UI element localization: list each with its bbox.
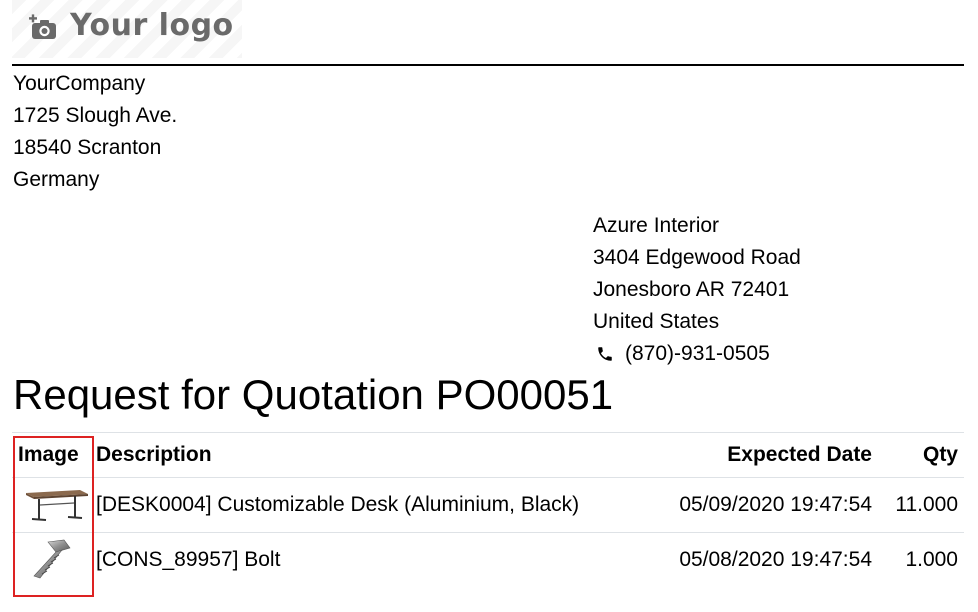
header-divider bbox=[12, 64, 964, 66]
line-expected-date: 05/09/2020 19:47:54 bbox=[666, 477, 878, 533]
table-header-row: Image Description Expected Date Qty bbox=[12, 432, 964, 478]
vendor-phone: (870)-931-0505 bbox=[625, 342, 770, 365]
order-lines-table: Image Description Expected Date Qty [DES bbox=[12, 432, 964, 587]
company-city: 18540 Scranton bbox=[13, 136, 162, 159]
logo-placeholder: Your logo bbox=[12, 0, 242, 58]
column-header-description: Description bbox=[90, 432, 666, 478]
table-row: [CONS_89957] Bolt 05/08/2020 19:47:54 1.… bbox=[12, 533, 964, 588]
logo-text: Your logo bbox=[70, 8, 234, 43]
vendor-country: United States bbox=[593, 310, 720, 333]
line-description: [CONS_89957] Bolt bbox=[96, 548, 281, 571]
company-street: 1725 Slough Ave. bbox=[13, 104, 178, 127]
column-header-expected-date: Expected Date bbox=[666, 432, 878, 478]
table-row: [DESK0004] Customizable Desk (Aluminium,… bbox=[12, 477, 964, 533]
image-column-highlight bbox=[13, 436, 94, 597]
company-name: YourCompany bbox=[13, 72, 146, 95]
line-qty: 11.000 bbox=[878, 477, 964, 533]
column-header-qty: Qty bbox=[878, 432, 964, 478]
vendor-name: Azure Interior bbox=[593, 214, 720, 237]
vendor-address: Azure Interior 3404 Edgewood Road Jonesb… bbox=[593, 210, 801, 370]
line-expected-date: 05/08/2020 19:47:54 bbox=[679, 548, 872, 571]
line-description: [DESK0004] Customizable Desk (Aluminium,… bbox=[90, 477, 666, 533]
line-qty: 1.000 bbox=[905, 548, 958, 571]
vendor-street: 3404 Edgewood Road bbox=[593, 246, 801, 269]
company-address: YourCompany 1725 Slough Ave. 18540 Scran… bbox=[13, 68, 177, 196]
document-title: Request for Quotation PO00051 bbox=[13, 371, 614, 418]
phone-icon bbox=[598, 347, 612, 361]
vendor-phone-row: (870)-931-0505 bbox=[593, 338, 801, 370]
camera-plus-icon bbox=[29, 14, 56, 39]
vendor-city: Jonesboro AR 72401 bbox=[593, 278, 790, 301]
company-country: Germany bbox=[13, 168, 100, 191]
